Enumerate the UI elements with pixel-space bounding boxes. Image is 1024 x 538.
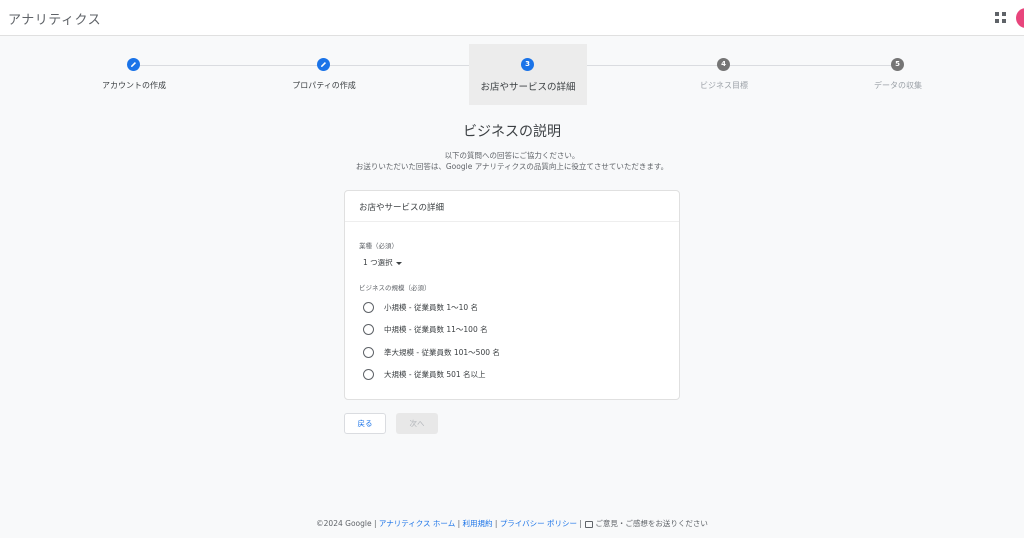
radio-option-label: 大規模 - 従業員数 501 名以上 (384, 370, 486, 379)
footer-separator: | (371, 519, 379, 528)
top-app-bar: アナリティクス (0, 0, 1024, 36)
radio-button-icon (363, 302, 374, 313)
step-label: アカウントの作成 (102, 81, 166, 90)
copyright: ©2024 Google (316, 519, 372, 528)
radio-option-label: 準大規模 - 従業員数 101～500 名 (384, 348, 500, 357)
footer-separator: | (577, 519, 585, 528)
pencil-icon (127, 58, 140, 71)
step-label: お店やサービスの詳細 (480, 82, 576, 93)
industry-select-value: 1 つ選択 (363, 258, 393, 267)
step-number: 3 (521, 58, 534, 71)
business-details-card: お店やサービスの詳細 業種（必須） 1 つ選択 ビジネスの規模（必須） 小規模 … (344, 190, 680, 400)
step-business-goals: 4 ビジネス目標 (665, 44, 783, 105)
step-label: ビジネス目標 (700, 81, 748, 90)
footer-link-terms[interactable]: 利用規約 (463, 519, 493, 528)
footer-feedback-link[interactable]: ご意見・ご感想をお送りください (595, 519, 708, 528)
step-account-creation: アカウントの作成 (75, 44, 193, 105)
radio-option-label: 中規模 - 従業員数 11～100 名 (384, 325, 488, 334)
radio-button-icon (363, 347, 374, 358)
industry-label: 業種（必須） (359, 242, 398, 250)
apps-grid-icon[interactable] (995, 12, 1006, 23)
step-label: プロパティの作成 (292, 81, 356, 90)
industry-select[interactable]: 1 つ選択 (363, 257, 402, 268)
step-property-creation: プロパティの作成 (265, 44, 383, 105)
footer-link-privacy[interactable]: プライバシー ポリシー (500, 519, 577, 528)
page-title: ビジネスの説明 (463, 124, 561, 140)
page-description-line-2: お送りいただいた回答は、Google アナリティクスの品質向上に役立てさせていた… (355, 162, 669, 171)
footer-separator: | (455, 519, 463, 528)
back-button[interactable]: 戻る (344, 413, 386, 434)
app-title: アナリティクス (8, 13, 102, 28)
step-number: 4 (717, 58, 730, 71)
radio-button-icon (363, 324, 374, 335)
step-number: 5 (891, 58, 904, 71)
card-divider (345, 221, 679, 222)
step-label: データの収集 (874, 81, 922, 90)
footer: ©2024 Google | アナリティクス ホーム | 利用規約 | プライバ… (0, 518, 1024, 529)
card-title: お店やサービスの詳細 (359, 203, 445, 213)
step-data-collection: 5 データの収集 (839, 44, 957, 105)
footer-separator: | (492, 519, 500, 528)
feedback-icon (585, 520, 594, 528)
footer-link-analytics-home[interactable]: アナリティクス ホーム (379, 519, 455, 528)
page-description-line-1: 以下の質問への回答にご協力ください。 (444, 151, 580, 160)
step-business-details: 3 お店やサービスの詳細 (469, 44, 587, 105)
radio-button-icon (363, 369, 374, 380)
business-size-label: ビジネスの規模（必須） (359, 284, 431, 292)
next-button[interactable]: 次へ (396, 413, 438, 434)
avatar[interactable] (1016, 8, 1024, 28)
dropdown-arrow-icon (395, 261, 402, 265)
radio-option-label: 小規模 - 従業員数 1～10 名 (384, 303, 479, 312)
pencil-icon (317, 58, 330, 71)
